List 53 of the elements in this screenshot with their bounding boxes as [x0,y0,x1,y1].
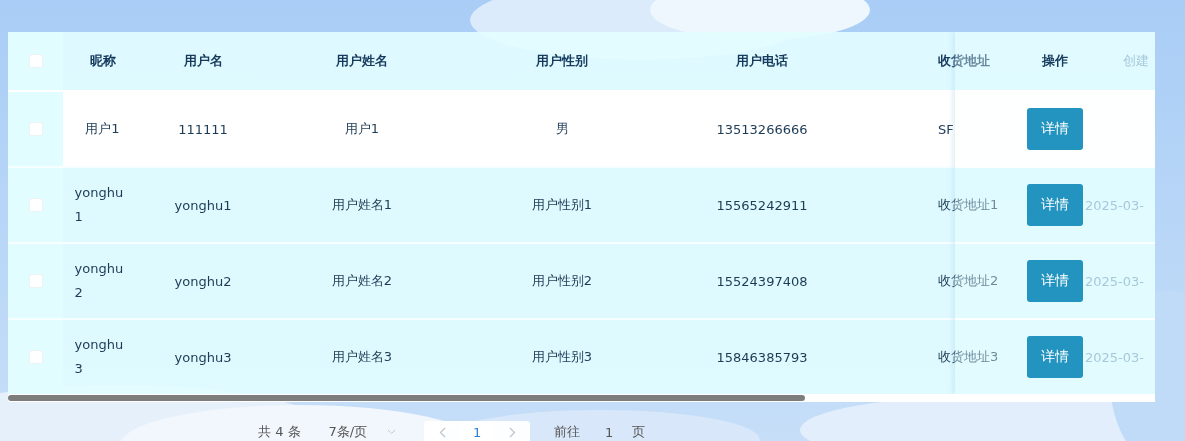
details-button[interactable]: 详情 [1027,184,1083,226]
table-cell-text: SF [937,121,954,137]
table-cell-text: 2025-03- [1084,273,1144,289]
table-cell-text: 收货地址2 [937,272,999,290]
table-cell-text: 用户1 [85,120,120,138]
column-header: 用户姓名 [336,52,388,70]
table-cell: 用户姓名1 [331,196,393,214]
chevron-left-icon [438,426,446,438]
column-header: 用户性别 [536,52,588,70]
table-cell: 111111 [178,121,228,137]
table-cell: 用户性别3 [531,348,593,366]
column-header: 用户名 [183,52,223,70]
chevron-right-icon [508,426,516,438]
column-header: 创建 [1122,52,1149,70]
table-cell-text: yonghu3 [74,336,125,378]
details-button[interactable]: 详情 [1027,336,1083,378]
table-cell: 用户性别2 [531,272,593,290]
page-size-select[interactable]: 7条/页 [328,423,397,441]
column-header: 收货地址 [937,52,990,70]
checkbox[interactable] [28,274,43,288]
column-header: 操作 [1042,52,1068,70]
table-cell-text: 2025-03- [1084,349,1144,365]
table-cell: yonghu2 [174,273,232,289]
checkbox[interactable] [28,122,43,136]
caret-icon [387,429,397,435]
details-button[interactable]: 详情 [1027,260,1083,302]
table-cell-text: 收货地址3 [937,348,999,366]
table-cell: yonghu3 [174,349,232,365]
page-input[interactable]: 1 [592,424,627,440]
table-cell: yonghu1 [174,197,232,213]
table-cell-text: 收货地址1 [937,196,999,214]
table-cell: 用户性别1 [531,196,593,214]
table-cell: 用户1 [344,120,380,138]
table-cell: 用户姓名2 [331,272,393,290]
goto-label: 前往 [554,423,581,441]
page-suffix: 页 [632,423,646,441]
table-cell: 15846385793 [716,349,808,365]
total-count: 共 4 条 [258,423,301,441]
checkbox[interactable] [28,54,43,68]
column-header: 用户电话 [736,52,788,70]
table-cell-text: yonghu2 [74,260,125,302]
table-cell: 男 [555,120,569,138]
table-cell: 用户姓名3 [331,348,393,366]
scrollbar-thumb[interactable] [8,395,805,401]
table-cell-text: yonghu1 [74,184,125,226]
checkbox[interactable] [28,198,43,212]
table-cell: 15565242911 [716,197,808,213]
column-header: 昵称 [89,52,116,70]
table-cell: 15524397408 [716,273,808,289]
checkbox[interactable] [28,350,43,364]
table-cell: 13513266666 [716,121,808,137]
details-button[interactable]: 详情 [1027,108,1083,150]
table-cell-text: 2025-03- [1084,197,1144,213]
